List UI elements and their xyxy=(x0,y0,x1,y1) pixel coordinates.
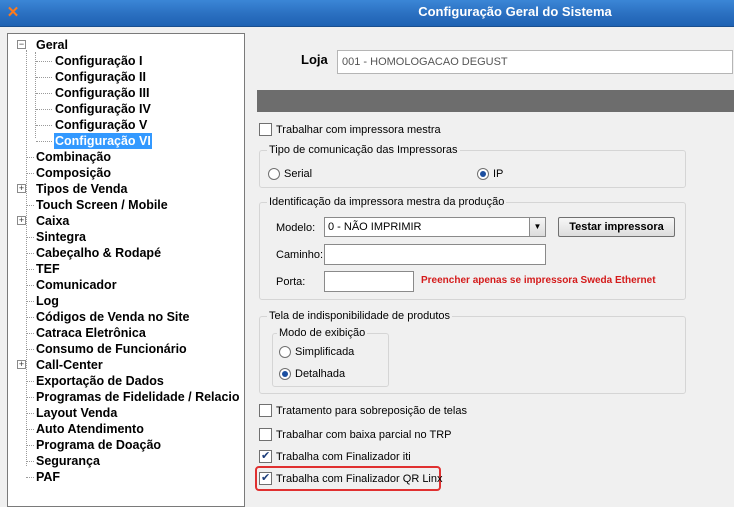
section-header-bar xyxy=(257,90,734,112)
tree-item-comunicador[interactable]: Comunicador xyxy=(8,277,244,293)
tree-item-programas-fidelidade[interactable]: Programas de Fidelidade / Relacio xyxy=(8,389,244,405)
expand-icon[interactable]: + xyxy=(17,184,26,193)
identificacao-title: Identificação da impressora mestra da pr… xyxy=(267,196,507,208)
serial-radio[interactable]: Serial xyxy=(268,168,312,180)
finalizador-iti-checkbox[interactable]: Trabalha com Finalizador iti xyxy=(259,449,411,463)
tree-item-programa-doacao[interactable]: Programa de Doação xyxy=(8,437,244,453)
tree-item-codigos-venda-site[interactable]: Códigos de Venda no Site xyxy=(8,309,244,325)
expand-icon[interactable]: + xyxy=(17,216,26,225)
sobreposicao-checkbox[interactable]: Tratamento para sobreposição de telas xyxy=(259,404,467,417)
caminho-label: Caminho: xyxy=(276,249,324,261)
tree-item-configuracao-v[interactable]: Configuração V xyxy=(8,117,244,133)
testar-impressora-button[interactable]: Testar impressora xyxy=(558,217,675,237)
window-title: Configuração Geral do Sistema xyxy=(418,4,612,19)
tree-item-composicao[interactable]: Composição xyxy=(8,165,244,181)
tree-item-tipos-de-venda[interactable]: + Tipos de Venda xyxy=(8,181,244,197)
baixa-parcial-checkbox[interactable]: Trabalhar com baixa parcial no TRP xyxy=(259,428,451,441)
tree-item-configuracao-ii[interactable]: Configuração II xyxy=(8,69,244,85)
tree-item-auto-atendimento[interactable]: Auto Atendimento xyxy=(8,421,244,437)
checkbox-checked-icon xyxy=(259,449,272,463)
indisponibilidade-title: Tela de indisponibilidade de produtos xyxy=(267,310,453,322)
impressora-mestra-checkbox[interactable]: Trabalhar com impressora mestra xyxy=(259,123,441,136)
tree-item-log[interactable]: Log xyxy=(8,293,244,309)
simplificada-radio[interactable]: Simplificada xyxy=(279,346,354,358)
tree-item-paf[interactable]: PAF xyxy=(8,469,244,485)
tree-item-tef[interactable]: TEF xyxy=(8,261,244,277)
tree-item-exportacao-dados[interactable]: Exportação de Dados xyxy=(8,373,244,389)
tree-item-geral[interactable]: − Geral xyxy=(8,37,244,53)
tree-item-configuracao-vi[interactable]: Configuração VI xyxy=(8,133,244,149)
checkbox-icon xyxy=(259,428,272,441)
comunicacao-group: Tipo de comunicação das Impressoras xyxy=(259,144,686,188)
tree-item-caixa[interactable]: + Caixa xyxy=(8,213,244,229)
config-tree[interactable]: − Geral Configuração I Configuração II C… xyxy=(7,33,245,507)
ip-radio[interactable]: IP xyxy=(477,168,503,180)
comunicacao-title: Tipo de comunicação das Impressoras xyxy=(267,144,460,156)
modo-exibicao-title: Modo de exibição xyxy=(277,327,368,339)
checkbox-checked-icon xyxy=(259,471,272,485)
x-logo-icon: ✕ xyxy=(6,4,20,21)
radio-icon xyxy=(279,346,291,358)
dropdown-arrow-icon[interactable]: ▼ xyxy=(529,218,545,236)
detalhada-radio[interactable]: Detalhada xyxy=(279,368,345,380)
porta-hint: Preencher apenas se impressora Sweda Eth… xyxy=(421,275,656,286)
finalizador-qr-checkbox[interactable]: Trabalha com Finalizador QR Linx xyxy=(259,471,443,485)
checkbox-icon xyxy=(259,123,272,136)
loja-label: Loja xyxy=(301,52,328,67)
loja-field[interactable]: 001 - HOMOLOGACAO DEGUST xyxy=(337,50,733,74)
radio-selected-icon xyxy=(477,168,489,180)
collapse-icon[interactable]: − xyxy=(17,40,26,49)
modelo-select[interactable]: 0 - NÃO IMPRIMIR ▼ xyxy=(324,217,546,237)
tree-item-configuracao-iv[interactable]: Configuração IV xyxy=(8,101,244,117)
porta-input[interactable] xyxy=(324,271,414,292)
tree-item-configuracao-i[interactable]: Configuração I xyxy=(8,53,244,69)
tree-item-call-center[interactable]: + Call-Center xyxy=(8,357,244,373)
radio-selected-icon xyxy=(279,368,291,380)
checkbox-icon xyxy=(259,404,272,417)
porta-label: Porta: xyxy=(276,276,306,288)
tree-item-seguranca[interactable]: Segurança xyxy=(8,453,244,469)
tree-item-layout-venda[interactable]: Layout Venda xyxy=(8,405,244,421)
tree-item-combinacao[interactable]: Combinação xyxy=(8,149,244,165)
tree-item-catraca-eletronica[interactable]: Catraca Eletrônica xyxy=(8,325,244,341)
tree-item-cabecalho-rodape[interactable]: Cabeçalho & Rodapé xyxy=(8,245,244,261)
expand-icon[interactable]: + xyxy=(17,360,26,369)
modelo-label: Modelo: xyxy=(276,222,316,234)
radio-icon xyxy=(268,168,280,180)
title-bar: ✕ Configuração Geral do Sistema xyxy=(0,0,734,27)
tree-item-touch-screen[interactable]: Touch Screen / Mobile xyxy=(8,197,244,213)
tree-item-configuracao-iii[interactable]: Configuração III xyxy=(8,85,244,101)
tree-item-sintegra[interactable]: Sintegra xyxy=(8,229,244,245)
caminho-input[interactable] xyxy=(324,244,546,265)
tree-item-consumo-funcionario[interactable]: Consumo de Funcionário xyxy=(8,341,244,357)
